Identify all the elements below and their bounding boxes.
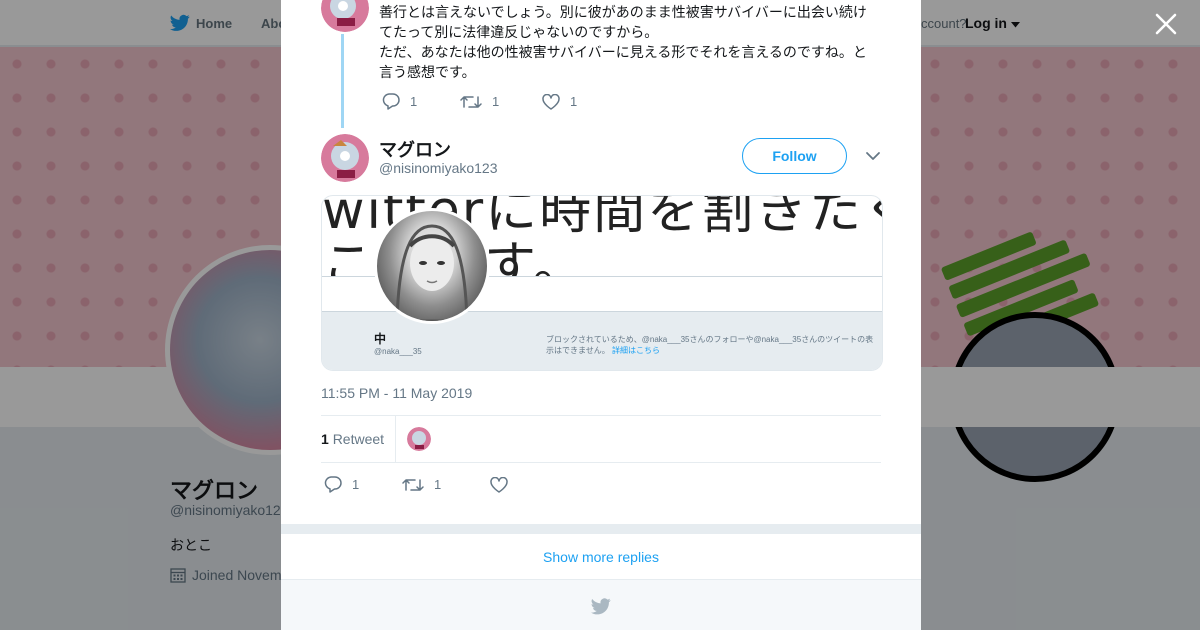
retweet-button[interactable]: 1 <box>460 94 542 110</box>
media-blocked-message: ブロックされているため、@naka___35さんのフォローや@naka___35… <box>546 334 880 356</box>
chevron-down-icon[interactable] <box>865 148 881 164</box>
media-blocked-handle: @naka___35 <box>374 347 422 356</box>
stats-divider <box>395 416 396 463</box>
tweet-author-handle[interactable]: @nisinomiyako123 <box>379 160 498 176</box>
retweet-stat-label: Retweet <box>332 431 385 447</box>
tweet-retweet-count: 1 <box>434 477 442 492</box>
media-blocked-text: ブロックされているため、@naka___35さんのフォローや@naka___35… <box>546 335 874 355</box>
tweet-reply-button[interactable]: 1 <box>324 476 402 493</box>
tweet-reply-count: 1 <box>352 477 360 492</box>
tweet-like-button[interactable] <box>490 476 508 493</box>
reply-button[interactable]: 1 <box>382 93 460 110</box>
like-count: 1 <box>570 94 578 109</box>
tweet-author-name[interactable]: マグロン <box>379 136 451 162</box>
show-more-replies-button[interactable]: Show more replies <box>281 534 921 580</box>
modal-footer <box>281 580 921 630</box>
previous-tweet-avatar[interactable] <box>321 0 369 32</box>
close-icon[interactable] <box>1152 10 1180 38</box>
retweet-icon <box>402 478 424 491</box>
retweet-stat[interactable]: 1 Retweet <box>321 431 384 447</box>
retweet-count: 1 <box>492 94 500 109</box>
media-details-link: 詳細はこちら <box>612 346 660 355</box>
previous-tweet-line: 言う感想です。 <box>379 64 476 80</box>
previous-tweet-actions: 1 1 1 <box>382 93 577 110</box>
follow-button[interactable]: Follow <box>742 138 847 174</box>
previous-tweet-text: 善行とは言えないでしょう。別に彼があのまま性被害サバイバーに出会い続け てたって… <box>379 2 879 82</box>
tweet-stats: 1 Retweet <box>321 415 881 463</box>
section-separator <box>281 524 921 534</box>
twitter-bird-icon <box>591 598 611 615</box>
media-blocked-name: 中 <box>374 332 387 346</box>
tweet-author-avatar[interactable] <box>321 134 369 182</box>
retweet-icon <box>460 95 482 108</box>
like-button[interactable]: 1 <box>542 93 578 110</box>
thread-line <box>341 34 344 128</box>
tweet-media-image[interactable]: witterに時間を割きたく こします。 中 @naka___35 ブロックされ… <box>321 195 883 371</box>
reply-icon <box>324 476 342 493</box>
previous-tweet-line: てたって別に法律違反じゃないのですから。 <box>379 24 659 40</box>
previous-tweet-line: ただ、あなたは他の性被害サバイバーに見える形でそれを言えるのですね。と <box>379 44 867 60</box>
heart-icon <box>542 93 560 110</box>
reply-count: 1 <box>410 94 418 109</box>
heart-icon <box>490 476 508 493</box>
retweeter-avatar[interactable] <box>407 427 431 451</box>
tweet-timestamp[interactable]: 11:55 PM - 11 May 2019 <box>321 385 472 401</box>
tweet-modal: 善行とは言えないでしょう。別に彼があのまま性被害サバイバーに出会い続け てたって… <box>281 0 921 630</box>
reply-icon <box>382 93 400 110</box>
retweet-stat-count: 1 <box>321 431 329 447</box>
previous-tweet-line: 善行とは言えないでしょう。別に彼があのまま性被害サバイバーに出会い続け <box>379 4 867 20</box>
tweet-actions: 1 1 <box>324 476 508 493</box>
tweet-retweet-button[interactable]: 1 <box>402 477 490 493</box>
media-profile-avatar <box>374 208 490 324</box>
